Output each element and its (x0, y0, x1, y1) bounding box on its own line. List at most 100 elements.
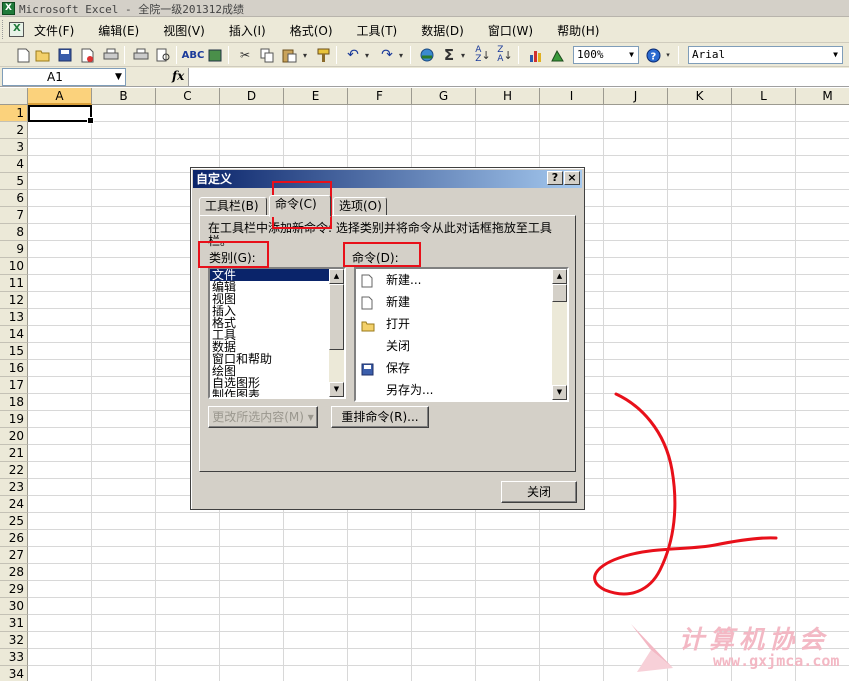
row-header[interactable]: 3 (0, 139, 28, 156)
row-header[interactable]: 31 (0, 615, 28, 632)
row-header[interactable]: 4 (0, 156, 28, 173)
close-button[interactable]: 关闭 (501, 481, 577, 503)
column-header[interactable]: H (476, 88, 540, 105)
column-header[interactable]: K (668, 88, 732, 105)
row-header[interactable]: 5 (0, 173, 28, 190)
command-item[interactable]: 新建... (356, 269, 567, 291)
row-header[interactable]: 10 (0, 258, 28, 275)
scroll-up-icon[interactable]: ▲ (329, 269, 344, 284)
scroll-down-icon[interactable]: ▼ (329, 382, 344, 397)
row-header[interactable]: 13 (0, 309, 28, 326)
row-header[interactable]: 8 (0, 224, 28, 241)
row-header[interactable]: 1 (0, 105, 28, 122)
hyperlink-icon[interactable] (418, 46, 436, 64)
toolbar-options-icon[interactable]: ▾ (664, 46, 672, 64)
name-box[interactable]: A1 ▼ (2, 68, 126, 86)
insert-function-icon[interactable]: fx (172, 69, 184, 83)
commands-scrollbar[interactable]: ▲ ▼ (552, 269, 567, 400)
menu-item[interactable]: 视图(V) (163, 22, 213, 39)
row-header[interactable]: 11 (0, 275, 28, 292)
chevron-down-icon[interactable]: ▼ (830, 48, 841, 62)
row-header[interactable]: 19 (0, 411, 28, 428)
commands-list[interactable]: 新建... 新建 打开 关闭 保存 另存为... ▲ ▼ (354, 267, 569, 402)
tab-options[interactable]: 选项(O) (333, 197, 387, 216)
category-item[interactable]: 制作图表 (210, 389, 344, 397)
command-item[interactable]: 关闭 (356, 335, 567, 357)
spelling-icon[interactable]: ABC (182, 46, 205, 64)
menu-item[interactable]: 工具(T) (357, 22, 406, 39)
menu-item[interactable]: 数据(D) (421, 22, 472, 39)
save-icon[interactable] (56, 46, 74, 64)
sort-descending-icon[interactable]: Z A ↓ (496, 46, 514, 64)
close-icon[interactable]: × (564, 171, 580, 185)
zoom-dropdown[interactable]: 100% ▼ (573, 46, 639, 64)
row-header[interactable]: 26 (0, 530, 28, 547)
select-all-corner[interactable] (0, 88, 28, 105)
research-book-icon[interactable] (206, 46, 224, 64)
row-header[interactable]: 15 (0, 343, 28, 360)
redo-dropdown-icon[interactable]: ▾ (396, 46, 406, 64)
rearrange-commands-button[interactable]: 重排命令(R)... (331, 406, 429, 428)
menu-item[interactable]: 编辑(E) (98, 22, 147, 39)
row-header[interactable]: 18 (0, 394, 28, 411)
row-header[interactable]: 33 (0, 649, 28, 666)
command-item[interactable]: 另存为... (356, 379, 567, 400)
scroll-thumb[interactable] (329, 284, 344, 350)
paste-dropdown-icon[interactable]: ▾ (300, 46, 310, 64)
column-header[interactable]: D (220, 88, 284, 105)
row-header[interactable]: 22 (0, 462, 28, 479)
row-header[interactable]: 9 (0, 241, 28, 258)
command-item[interactable]: 打开 (356, 313, 567, 335)
categories-scrollbar[interactable]: ▲ ▼ (329, 269, 344, 397)
paste-icon[interactable] (280, 46, 298, 64)
menu-item[interactable]: 文件(F) (34, 22, 82, 39)
chevron-down-icon[interactable]: ▼ (113, 70, 124, 84)
categories-list[interactable]: 文件 编辑 视图 插入 格式 工具 数据 窗口和帮助 绘图 自选图形 制作图表 ▲ ▼ (208, 267, 346, 399)
column-header[interactable]: C (156, 88, 220, 105)
row-header[interactable]: 28 (0, 564, 28, 581)
column-header[interactable]: L (732, 88, 796, 105)
help-icon[interactable]: ? (644, 46, 662, 64)
column-header[interactable]: I (540, 88, 604, 105)
chevron-down-icon[interactable]: ▼ (626, 48, 637, 62)
formula-input[interactable] (188, 68, 849, 86)
tab-toolbars[interactable]: 工具栏(B) (199, 197, 267, 216)
autosum-icon[interactable]: Σ (440, 46, 458, 64)
row-header[interactable]: 16 (0, 360, 28, 377)
row-header[interactable]: 27 (0, 547, 28, 564)
row-header[interactable]: 24 (0, 496, 28, 513)
tab-commands[interactable]: 命令(C) (269, 195, 331, 217)
cut-icon[interactable]: ✂ (236, 46, 254, 64)
column-header[interactable]: F (348, 88, 412, 105)
undo-dropdown-icon[interactable]: ▾ (362, 46, 372, 64)
row-header[interactable]: 20 (0, 428, 28, 445)
open-icon[interactable] (34, 46, 52, 64)
sort-ascending-icon[interactable]: A Z ↓ (474, 46, 492, 64)
row-header[interactable]: 34 (0, 666, 28, 681)
row-header[interactable]: 7 (0, 207, 28, 224)
toolbar-grip[interactable] (2, 20, 5, 39)
command-item[interactable]: 新建 (356, 291, 567, 313)
research-icon[interactable] (154, 46, 172, 64)
menu-item[interactable]: 窗口(W) (488, 22, 541, 39)
redo-icon[interactable]: ↷ (378, 46, 396, 64)
row-header[interactable]: 30 (0, 598, 28, 615)
scroll-down-icon[interactable]: ▼ (552, 385, 567, 400)
column-header[interactable]: B (92, 88, 156, 105)
menu-item[interactable]: 帮助(H) (557, 22, 607, 39)
format-painter-icon[interactable] (314, 46, 332, 64)
column-header[interactable]: M (796, 88, 849, 105)
row-header[interactable]: 23 (0, 479, 28, 496)
command-item[interactable]: 保存 (356, 357, 567, 379)
drawing-icon[interactable] (548, 46, 566, 64)
row-header[interactable]: 12 (0, 292, 28, 309)
active-cell[interactable] (28, 105, 94, 124)
chart-wizard-icon[interactable] (526, 46, 544, 64)
menu-item[interactable]: 插入(I) (229, 22, 274, 39)
menu-item[interactable]: 格式(O) (290, 22, 341, 39)
new-icon[interactable] (14, 46, 32, 64)
copy-icon[interactable] (258, 46, 276, 64)
column-header[interactable]: G (412, 88, 476, 105)
row-header[interactable]: 17 (0, 377, 28, 394)
undo-icon[interactable]: ↶ (344, 46, 362, 64)
